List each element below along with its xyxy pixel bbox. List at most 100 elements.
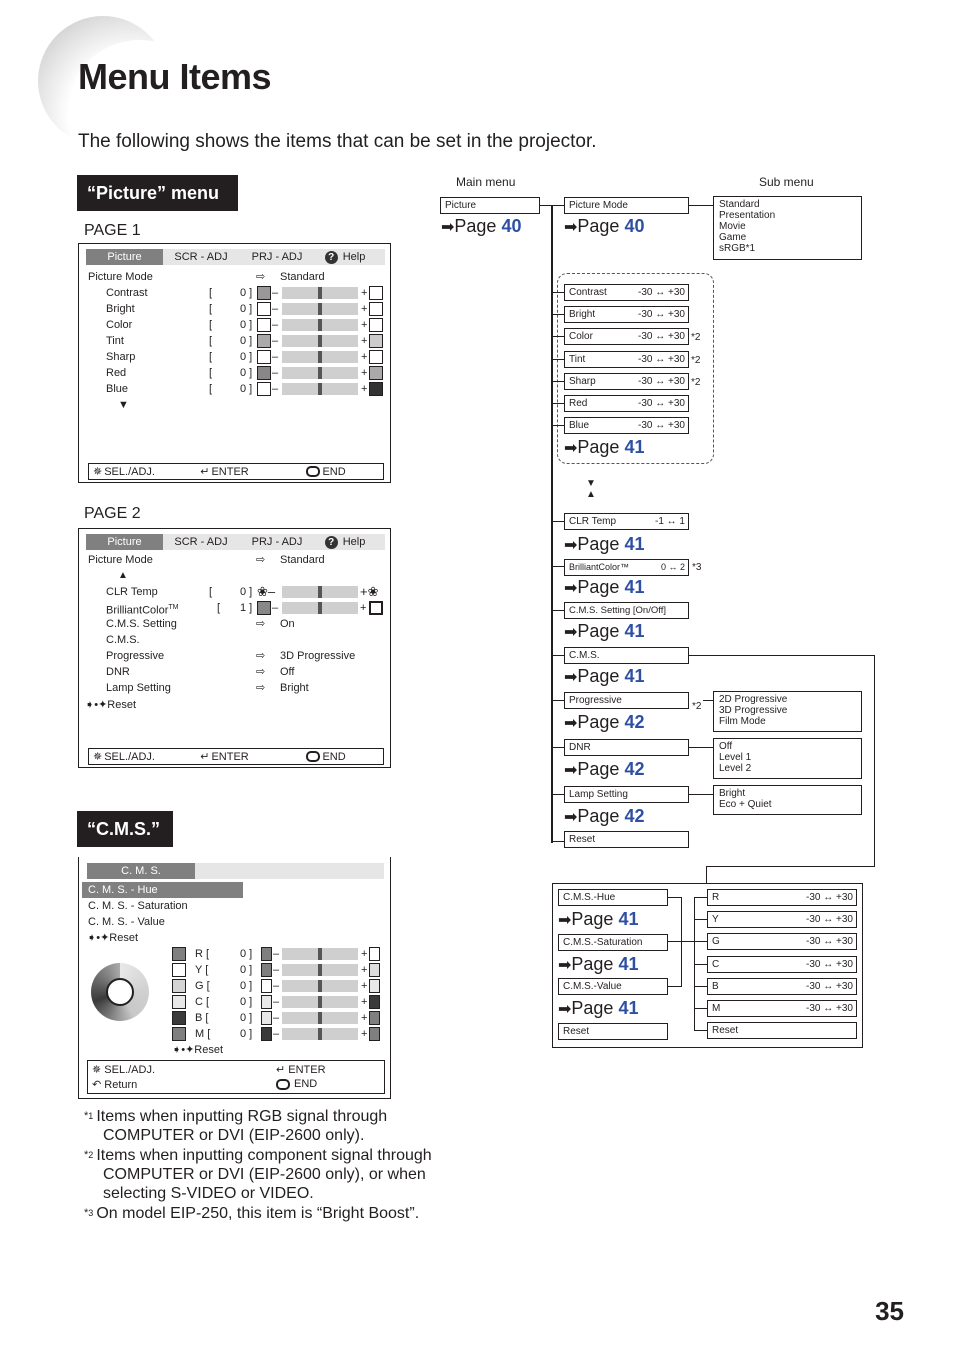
plus-color-icon [369,963,380,977]
clr-temp-plus-icon: +❀ [360,584,379,599]
color-label: B [ [195,1012,209,1024]
osd-option-value[interactable]: 3D Progressive [280,648,355,664]
slider-knob[interactable] [318,367,322,379]
slider-knob[interactable] [318,303,322,315]
color-slider[interactable] [282,1012,358,1024]
cms-item-saturation[interactable]: C. M. S. - Saturation [88,898,188,914]
tab-scr-adj[interactable]: SCR - ADJ [163,534,239,550]
slider-knob[interactable] [318,948,322,960]
plus-color-icon [369,995,380,1009]
osd-slider[interactable] [282,287,358,299]
minus-sign: – [272,335,279,347]
plus-color-icon [369,1011,380,1025]
slider-knob[interactable] [318,287,322,299]
scroll-down-icon[interactable]: ▼ [118,397,129,413]
picture-mode-value[interactable]: Standard [280,269,325,285]
minus-color-icon [261,947,272,961]
osd-option-value[interactable]: Bright [280,680,309,696]
osd-slider[interactable] [282,351,358,363]
sub-option: Off [719,741,733,752]
tab-help[interactable]: ? Help [315,249,375,265]
osd-slider[interactable] [282,319,358,331]
plus-sign: + [361,351,368,363]
cms-item-value[interactable]: C. M. S. - Value [88,914,165,930]
reset-row[interactable]: ➧•✦Reset [85,697,136,713]
slider-knob[interactable] [318,351,322,363]
color-swatch [172,963,186,977]
footnote-mark: *3 [84,1207,94,1219]
tab-prj-adj[interactable]: PRJ - ADJ [239,249,315,265]
bracket-open: [ [209,319,213,331]
bracket-open: [ [209,335,213,347]
slider-knob[interactable] [318,964,322,976]
osd-row-label: Sharp [106,351,136,363]
brightness-plus-icon [369,302,383,316]
slider-knob[interactable] [318,586,322,598]
tab-prj-adj[interactable]: PRJ - ADJ [239,534,315,550]
clr-temp-slider[interactable] [282,586,358,598]
color-plus-icon [369,318,383,332]
cms-colors-reset[interactable]: ➧•✦Reset [172,1042,223,1058]
minus-sign: – [273,1012,280,1024]
cms-item-hue[interactable]: C. M. S. - Hue [82,882,243,898]
minus-sign: – [273,1028,280,1040]
reset-icon: ➧•✦ [172,1044,195,1056]
color-value: 0 ] [240,948,253,960]
slider-knob[interactable] [318,319,322,331]
osd-option-label: C.M.S. [106,634,140,646]
osd-slider[interactable] [282,383,358,395]
color-slider[interactable] [282,996,358,1008]
osd-slider[interactable] [282,367,358,379]
page-ref-brilliant: ➡Page 41 [564,577,645,597]
item-label: Color [569,331,593,343]
sub-option: sRGB*1 [719,243,756,254]
tab-picture[interactable]: Picture [86,534,163,550]
slider-knob[interactable] [318,602,322,614]
item-label: G [712,936,720,948]
minus-sign: – [272,383,279,395]
slider-knob[interactable] [318,335,322,347]
color-label: R [ [195,948,210,960]
slider-knob[interactable] [318,383,322,395]
slider-knob[interactable] [318,1012,322,1024]
slider-knob[interactable] [318,1028,322,1040]
brilliant-slider[interactable] [282,602,358,614]
minus-sign: – [273,996,280,1008]
item-label: B [712,980,719,992]
osd-page1: Picture SCR - ADJ PRJ - ADJ ? Help Pictu… [78,243,391,483]
osd-slider[interactable] [282,303,358,315]
reset-icon: ➧•✦ [87,932,110,944]
scroll-up-icon[interactable]: ▲ [118,568,128,584]
osd-option-value[interactable]: On [280,616,295,632]
cms-color-item: Y -30 ↔ +30 [707,911,857,929]
sub-option: Presentation [719,210,776,221]
picture-mode-label: Picture Mode [88,271,153,283]
color-slider[interactable] [282,948,358,960]
tab-picture[interactable]: Picture [86,249,163,265]
page-ref-lamp: ➡Page 42 [564,806,645,826]
footnote-text: Items when inputting component signal th… [96,1147,432,1164]
color-swatch [172,979,186,993]
tab-help[interactable]: ? Help [315,534,375,550]
color-value: 0 ] [240,1012,253,1024]
bracket-open: [ [209,351,213,363]
color-slider[interactable] [282,1028,358,1040]
color-slider[interactable] [282,964,358,976]
contrast-minus-icon [257,286,271,300]
color-slider[interactable] [282,980,358,992]
picture-mode-value[interactable]: Standard [280,552,325,568]
progressive-options: 2D Progressive 3D Progressive Film Mode [713,691,862,732]
arrow-right-icon: ➡ [441,219,455,236]
slider-knob[interactable] [318,980,322,992]
diag-cms: C.M.S. [564,647,689,664]
dnr-options: Off Level 1 Level 2 [713,738,862,779]
osd-option-value[interactable]: Off [280,664,294,680]
sub-menu-label: Sub menu [759,175,814,189]
item-range: -30 ↔ +30 [806,892,853,903]
slider-knob[interactable] [318,996,322,1008]
tab-scr-adj[interactable]: SCR - ADJ [163,249,239,265]
osd-slider[interactable] [282,335,358,347]
minus-sign: – [272,602,279,614]
bracket-open: [ [209,287,213,299]
cms-reset[interactable]: ➧•✦Reset [87,930,138,946]
